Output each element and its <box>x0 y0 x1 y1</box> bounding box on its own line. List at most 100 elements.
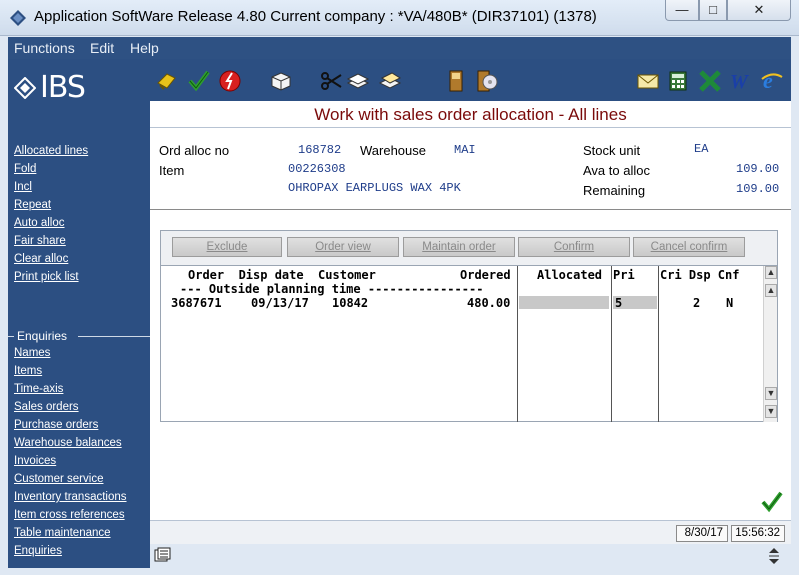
allocated-input[interactable] <box>519 296 609 309</box>
logo-diamond-icon <box>14 77 36 99</box>
menu-help[interactable]: Help <box>130 40 159 56</box>
mail-icon[interactable] <box>636 69 660 93</box>
maximize-button[interactable]: □ <box>699 0 727 21</box>
sidebar-item-sales-orders[interactable]: Sales orders <box>14 401 79 413</box>
sidebar-item-names[interactable]: Names <box>14 347 50 359</box>
menu-functions[interactable]: Functions <box>14 40 75 56</box>
cancel-confirm-button[interactable]: Cancel confirm <box>633 237 745 257</box>
sidebar-item-item-cross-references[interactable]: Item cross references <box>14 509 125 521</box>
column-divider <box>658 266 659 422</box>
ord-alloc-label: Ord alloc no <box>159 143 230 158</box>
divider <box>150 209 791 210</box>
scroll-bottom-button[interactable]: ▼ <box>765 405 777 418</box>
book-icon[interactable] <box>444 69 468 93</box>
ord-alloc-value: 168782 <box>298 143 342 157</box>
sidebar-item-inventory-transactions[interactable]: Inventory transactions <box>14 491 127 503</box>
status-time: 15:56:32 <box>731 525 785 542</box>
sidebar-item-repeat[interactable]: Repeat <box>14 199 51 211</box>
confirm-button[interactable]: Confirm <box>518 237 630 257</box>
scroll-up-button[interactable]: ▲ <box>765 284 777 297</box>
sidebar-item-table-maintenance[interactable]: Table maintenance <box>14 527 111 539</box>
ibs-logo: IBS <box>14 69 100 105</box>
order-number: 3687671 <box>171 296 222 310</box>
sidebar-item-purchase-orders[interactable]: Purchase orders <box>14 419 98 431</box>
column-headers-right: Cri Dsp Cnf <box>660 268 740 282</box>
action-button-row: Exclude Order view Maintain order Confir… <box>161 231 777 265</box>
scroll-top-button[interactable]: ▲ <box>765 266 777 279</box>
column-header-pri: Pri <box>613 268 635 282</box>
menu-edit[interactable]: Edit <box>90 40 114 56</box>
sidebar-item-invoices[interactable]: Invoices <box>14 455 56 467</box>
sidebar-item-incl[interactable]: Incl <box>14 181 32 193</box>
disc-book-icon[interactable] <box>475 69 499 93</box>
page-title: Work with sales order allocation - All l… <box>314 105 627 124</box>
enquiries-group-label: Enquiries <box>17 329 68 343</box>
column-header-ordered: Ordered <box>460 268 511 282</box>
scissors-icon[interactable] <box>319 69 343 93</box>
section-label: --- Outside planning time --------------… <box>180 282 484 296</box>
warehouse-value: MAI <box>454 143 476 157</box>
sidebar-item-fold[interactable]: Fold <box>14 163 36 175</box>
minimize-button[interactable]: — <box>665 0 699 21</box>
package-icon[interactable] <box>269 69 293 93</box>
cnf-value: N <box>726 296 734 310</box>
calculator-icon[interactable] <box>666 69 690 93</box>
divider <box>8 336 14 337</box>
window-title: Application SoftWare Release 4.80 Curren… <box>34 8 597 25</box>
screen-heading: Work with sales order allocation - All l… <box>150 101 791 128</box>
ok-check-icon[interactable] <box>760 490 784 514</box>
app-icon <box>10 10 26 26</box>
maintain-order-button[interactable]: Maintain order <box>403 237 515 257</box>
allocation-grid: Order Disp date Customer Ordered Allocat… <box>161 265 777 422</box>
sidebar-item-clear-alloc[interactable]: Clear alloc <box>14 253 68 265</box>
toolbar: W e <box>150 59 791 101</box>
stack-icon[interactable] <box>346 69 370 93</box>
status-bar: 8/30/17 15:56:32 <box>150 520 791 544</box>
item-label: Item <box>159 163 185 178</box>
status-date: 8/30/17 <box>676 525 728 542</box>
sidebar-item-customer-service[interactable]: Customer service <box>14 473 103 485</box>
customer-number: 10842 <box>332 296 369 310</box>
divider <box>78 336 150 337</box>
word-icon[interactable]: W <box>728 69 752 93</box>
sidebar-item-auto-alloc[interactable]: Auto alloc <box>14 217 65 229</box>
sidebar-item-time-axis[interactable]: Time-axis <box>14 383 63 395</box>
messages-icon[interactable] <box>154 547 172 563</box>
close-button[interactable]: ✕ <box>727 0 791 21</box>
remaining-label: Remaining <box>583 183 646 198</box>
sidebar-item-enquiries[interactable]: Enquiries <box>14 545 62 557</box>
key-icon[interactable] <box>155 69 179 93</box>
allocation-panel: Exclude Order view Maintain order Confir… <box>160 230 778 422</box>
ava-to-alloc-label: Ava to alloc <box>583 163 650 178</box>
stack-open-icon[interactable] <box>378 69 402 93</box>
sidebar-item-warehouse-balances[interactable]: Warehouse balances <box>14 437 122 449</box>
ie-icon[interactable]: e <box>760 69 784 93</box>
order-view-button[interactable]: Order view <box>287 237 399 257</box>
sidebar-item-items[interactable]: Items <box>14 365 42 377</box>
window-title-bar: Application SoftWare Release 4.80 Curren… <box>0 0 799 36</box>
check-icon[interactable] <box>187 69 211 93</box>
bottom-bar <box>150 544 791 568</box>
scroll-down-button[interactable]: ▼ <box>765 387 777 400</box>
menu-bar: Functions Edit Help <box>8 37 791 59</box>
logo-text: IBS <box>40 70 86 105</box>
main-panel: Ord alloc no 168782 Warehouse MAI Item 0… <box>150 128 791 520</box>
column-header-allocated: Allocated <box>537 268 603 282</box>
priority-value: 5 <box>615 296 623 310</box>
item-value: 00226308 <box>288 162 346 176</box>
cancel-icon[interactable] <box>218 69 242 93</box>
sidebar-item-allocated-lines[interactable]: Allocated lines <box>14 145 88 157</box>
disp-date: 09/13/17 <box>251 296 309 310</box>
bottom-scroll-icon[interactable] <box>763 546 785 566</box>
svg-text:W: W <box>730 71 749 93</box>
sidebar-item-print-pick-list[interactable]: Print pick list <box>14 271 79 283</box>
column-divider <box>517 266 518 422</box>
sidebar-item-fair-share[interactable]: Fair share <box>14 235 66 247</box>
stock-unit-label: Stock unit <box>583 143 641 158</box>
svg-text:e: e <box>763 69 773 93</box>
column-divider <box>611 266 612 422</box>
excel-icon[interactable] <box>698 69 722 93</box>
exclude-button[interactable]: Exclude <box>172 237 282 257</box>
column-headers-left: Order Disp date Customer <box>188 268 376 282</box>
grid-scrollbar[interactable]: ▲ ▲ ▼ ▼ <box>763 266 777 422</box>
